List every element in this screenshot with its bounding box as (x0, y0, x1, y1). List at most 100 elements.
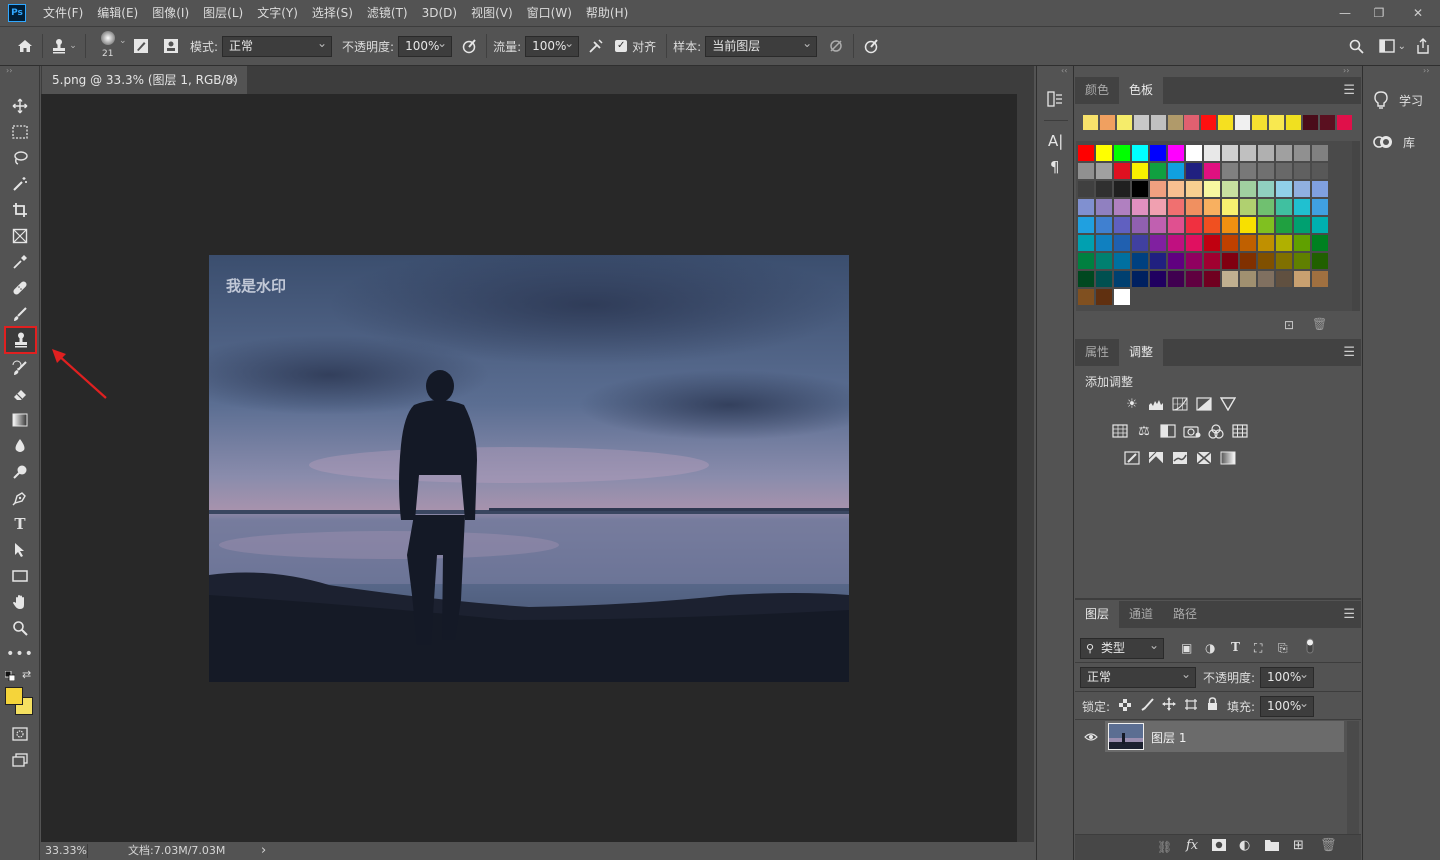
mode-dropdown[interactable]: 正常 (222, 34, 333, 57)
color-swatch[interactable] (1096, 253, 1112, 269)
blur-tool-icon[interactable] (7, 434, 33, 458)
color-swatch[interactable] (1114, 289, 1130, 305)
tab-paths[interactable]: 路径 (1163, 601, 1207, 628)
lock-all-icon[interactable] (1207, 697, 1218, 714)
layer-opacity-input[interactable]: 100% (1260, 665, 1314, 688)
color-swatch[interactable] (1186, 199, 1202, 215)
search-icon[interactable] (1346, 35, 1368, 57)
more-tools-icon[interactable]: ••• (6, 642, 33, 666)
color-swatch[interactable] (1204, 271, 1220, 287)
swap-colors-icon[interactable]: ⇄ (22, 668, 31, 681)
path-selection-tool-icon[interactable] (7, 538, 33, 562)
healing-brush-tool-icon[interactable] (7, 276, 33, 300)
color-lookup-icon[interactable] (1231, 424, 1249, 440)
color-swatch[interactable] (1167, 115, 1183, 130)
color-swatch[interactable] (1150, 217, 1166, 233)
color-swatch[interactable] (1294, 217, 1310, 233)
vibrance-icon[interactable] (1219, 397, 1237, 413)
color-swatch[interactable] (1150, 181, 1166, 197)
color-swatch[interactable] (1222, 145, 1238, 161)
link-layers-icon[interactable]: ⛓ (1157, 840, 1172, 854)
color-swatch[interactable] (1114, 235, 1130, 251)
color-swatch[interactable] (1096, 181, 1112, 197)
layers-scrollbar[interactable] (1347, 721, 1359, 841)
color-swatch[interactable] (1312, 253, 1328, 269)
color-swatch[interactable] (1133, 115, 1149, 130)
color-swatch[interactable] (1276, 181, 1292, 197)
color-swatch[interactable] (1258, 145, 1274, 161)
color-swatch[interactable] (1132, 271, 1148, 287)
exposure-icon[interactable] (1195, 397, 1213, 413)
color-swatch[interactable] (1078, 217, 1094, 233)
layer-style-fx-icon[interactable]: fx (1186, 838, 1198, 853)
color-swatch[interactable] (1078, 289, 1094, 305)
color-swatch[interactable] (1096, 289, 1112, 305)
history-panel-icon[interactable] (1046, 90, 1066, 110)
new-layer-icon[interactable]: ⊞ (1293, 838, 1304, 853)
zoom-tool-icon[interactable] (7, 616, 33, 640)
menu-item[interactable]: 图像(I) (145, 0, 196, 26)
delete-layer-icon[interactable]: 🗑 (1320, 838, 1337, 853)
color-swatch[interactable] (1168, 235, 1184, 251)
menu-item[interactable]: 3D(D) (415, 0, 464, 26)
gradient-tool-icon[interactable] (7, 408, 33, 432)
color-swatch[interactable] (1132, 199, 1148, 215)
menu-item[interactable]: 选择(S) (305, 0, 360, 26)
lock-artboard-icon[interactable] (1184, 698, 1198, 714)
color-swatch[interactable] (1240, 253, 1256, 269)
color-swatch[interactable] (1083, 115, 1098, 130)
color-swatch[interactable] (1150, 271, 1166, 287)
color-swatch[interactable] (1312, 199, 1328, 215)
history-brush-tool-icon[interactable] (7, 356, 33, 380)
color-swatch[interactable] (1186, 271, 1202, 287)
clone-source-icon[interactable] (160, 35, 182, 57)
color-swatch[interactable] (1186, 217, 1202, 233)
close-tab-button[interactable]: × (228, 66, 237, 94)
color-swatch[interactable] (1294, 235, 1310, 251)
color-swatch[interactable] (1204, 217, 1220, 233)
color-swatch[interactable] (1132, 235, 1148, 251)
color-swatch[interactable] (1132, 181, 1148, 197)
minimize-button[interactable]: — (1328, 0, 1362, 26)
menu-item[interactable]: 帮助(H) (579, 0, 635, 26)
filter-toggle-icon[interactable] (1306, 638, 1314, 654)
color-swatch[interactable] (1312, 181, 1328, 197)
color-swatch[interactable] (1201, 115, 1217, 130)
frame-tool-icon[interactable] (7, 224, 33, 248)
color-swatch[interactable] (1132, 217, 1148, 233)
paragraph-panel-icon[interactable]: ¶ (1050, 158, 1060, 176)
color-swatch[interactable] (1168, 145, 1184, 161)
tab-color[interactable]: 颜色 (1075, 77, 1119, 104)
color-swatch[interactable] (1168, 217, 1184, 233)
panel-menu-icon[interactable]: ☰ (1343, 345, 1355, 360)
color-swatch[interactable] (1096, 235, 1112, 251)
brush-settings-icon[interactable] (130, 35, 152, 57)
color-swatch[interactable] (1258, 163, 1274, 179)
color-swatch[interactable] (1114, 163, 1130, 179)
color-swatch[interactable] (1294, 271, 1310, 287)
collapse-toolbar-icon[interactable]: ›› (6, 66, 12, 75)
color-swatch[interactable] (1276, 199, 1292, 215)
eraser-tool-icon[interactable] (7, 382, 33, 406)
color-swatch[interactable] (1240, 235, 1256, 251)
color-swatch[interactable] (1204, 145, 1220, 161)
color-swatch[interactable] (1132, 163, 1148, 179)
color-swatch[interactable] (1078, 235, 1094, 251)
color-swatch[interactable] (1240, 181, 1256, 197)
color-swatch[interactable] (1096, 271, 1112, 287)
add-mask-icon[interactable] (1212, 839, 1226, 854)
color-swatch[interactable] (1258, 217, 1274, 233)
color-swatch[interactable] (1312, 145, 1328, 161)
expand-icon[interactable]: ›› (1423, 66, 1429, 75)
color-swatch[interactable] (1186, 145, 1202, 161)
type-tool-icon[interactable]: T (7, 512, 33, 536)
document-tab[interactable]: 5.png @ 33.3% (图层 1, RGB/8) × (42, 66, 247, 94)
color-swatch[interactable] (1204, 181, 1220, 197)
layer-name[interactable]: 图层 1 (1151, 729, 1186, 746)
color-swatch[interactable] (1096, 199, 1112, 215)
color-swatch[interactable] (1150, 145, 1166, 161)
menu-item[interactable]: 窗口(W) (520, 0, 579, 26)
color-swatch[interactable] (1096, 217, 1112, 233)
color-swatch[interactable] (1150, 163, 1166, 179)
quick-mask-icon[interactable] (7, 722, 33, 746)
